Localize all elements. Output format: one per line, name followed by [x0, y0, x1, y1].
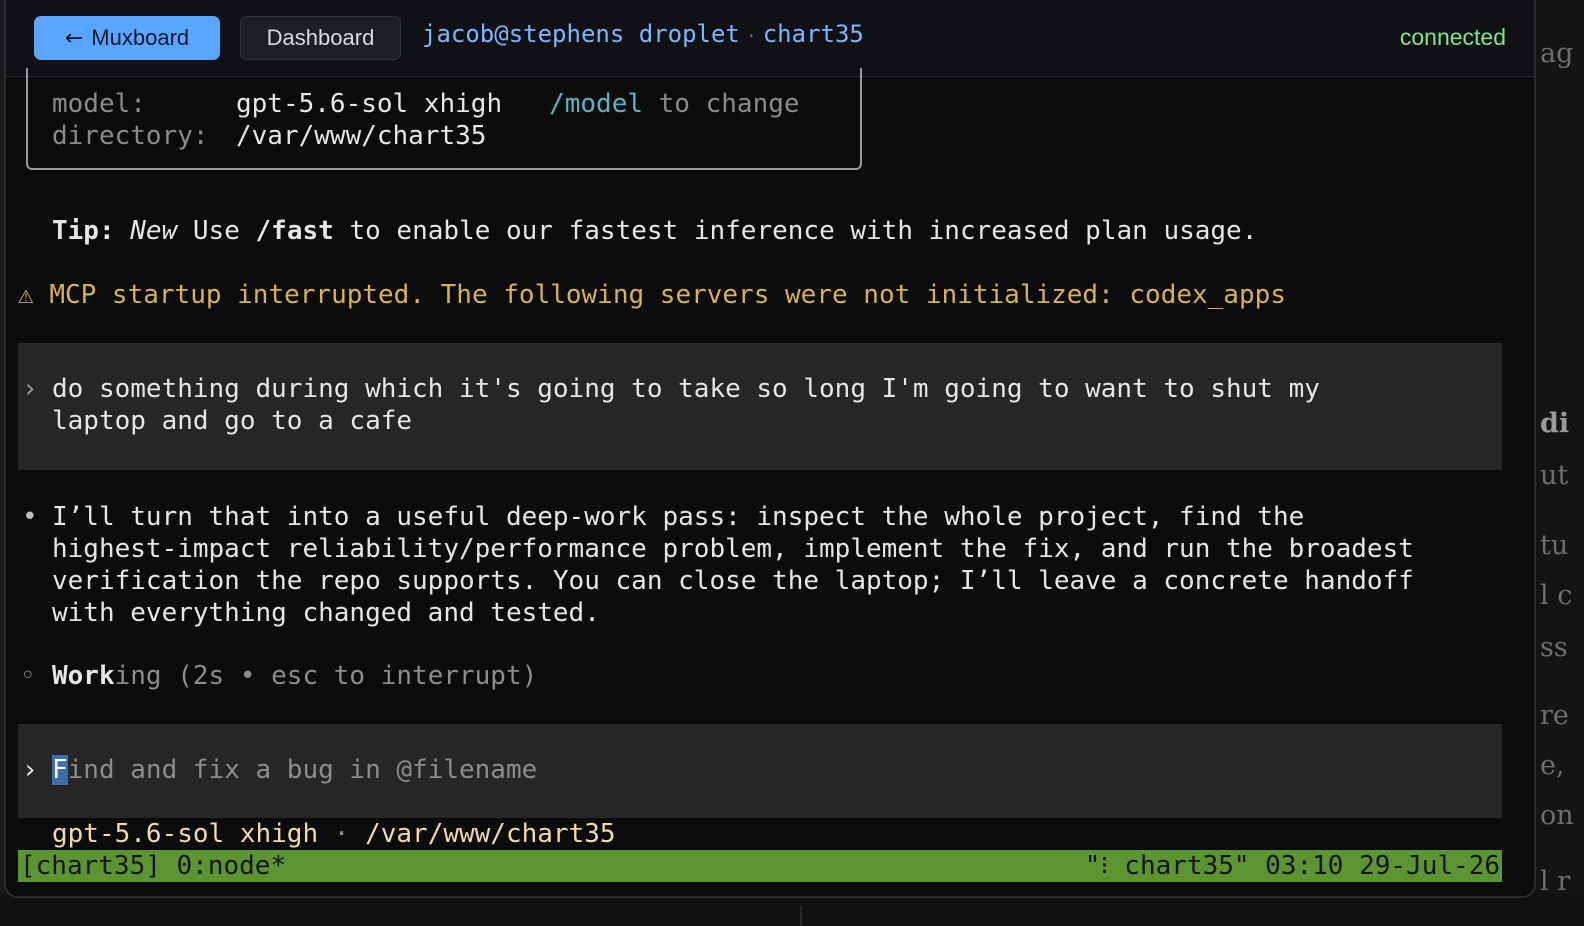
terminal-window: ← Muxboard Dashboard jacob@stephens drop…: [4, 0, 1536, 898]
info-model-line: model: gpt-5.6-sol xhigh /model to change: [52, 88, 800, 120]
session-name: chart35: [762, 20, 864, 48]
info-dir-value: /var/www/chart35: [236, 121, 487, 151]
tmux-status-right: "⁝ chart35" 03:10 29-Jul-26: [1084, 851, 1500, 881]
tip-command: /fast: [255, 216, 334, 246]
user-message-block: › do something during which it's going t…: [18, 343, 1502, 470]
arrow-left-icon: ←: [64, 25, 84, 51]
warning-text: MCP startup interrupted. The following s…: [49, 280, 1286, 310]
session-separator: ·: [745, 26, 757, 47]
composer-input[interactable]: › Find and fix a bug in @filename: [18, 724, 1502, 818]
header-bar: ← Muxboard Dashboard jacob@stephens drop…: [6, 0, 1534, 77]
tip-new: New: [130, 216, 178, 246]
tmux-window-list[interactable]: [chart35] 0:node*: [20, 850, 286, 882]
background-text: l r: [1540, 866, 1571, 897]
prompt-chevron-icon: ›: [22, 755, 38, 785]
footer-path: /var/www/chart35: [365, 819, 616, 849]
background-text: re: [1540, 700, 1569, 731]
tip-label: Tip:: [52, 216, 115, 246]
working-bright: Work: [52, 661, 115, 691]
tip-pre: Use: [192, 216, 240, 246]
composer-placeholder[interactable]: Find and fix a bug in @filename: [52, 754, 537, 786]
background-text: on: [1540, 800, 1574, 831]
info-model-command: /model: [549, 89, 643, 119]
tip-rest: to enable our fastest inference with inc…: [349, 216, 1258, 246]
assistant-message-line: verification the repo supports. You can …: [52, 566, 1414, 596]
session-host: jacob@stephens droplet: [422, 20, 740, 48]
back-to-muxboard-button[interactable]: ← Muxboard: [34, 16, 220, 60]
warning-line: ⚠ MCP startup interrupted. The following…: [18, 279, 1286, 311]
assistant-message-line: highest-impact reliability/performance p…: [52, 534, 1414, 564]
footer-separator: ·: [333, 819, 350, 849]
footer-model-line: gpt-5.6-sol xhigh · /var/www/chart35: [52, 818, 616, 850]
background-text: di: [1540, 408, 1570, 439]
background-text: e,: [1540, 750, 1565, 781]
working-dim: ing (2s • esc to interrupt): [114, 661, 538, 691]
tip-line: Tip: New Use /fast to enable our fastest…: [52, 215, 1257, 247]
background-text: l c: [1540, 580, 1573, 611]
background-text: ut: [1540, 460, 1569, 491]
connection-status: connected: [1399, 24, 1506, 50]
background-strip: [0, 895, 1584, 926]
info-directory-line: directory: /var/www/chart35: [52, 120, 486, 152]
assistant-message-line: I’ll turn that into a useful deep-work p…: [52, 502, 1305, 532]
tmux-status-bar: [chart35] 0:node* "⁝ chart35" 03:10 29-J…: [18, 850, 1502, 882]
back-button-label: Muxboard: [91, 25, 190, 50]
spinner-icon: ◦: [20, 661, 36, 691]
user-message-line: laptop and go to a cafe: [52, 406, 413, 436]
text-cursor: F: [52, 755, 68, 785]
info-dir-key: directory:: [52, 121, 209, 151]
info-model-value: gpt-5.6-sol xhigh: [236, 89, 503, 119]
info-model-key: model:: [52, 89, 146, 119]
info-model-hint: to change: [658, 89, 800, 119]
assistant-message-line: with everything changed and tested.: [52, 598, 600, 628]
background-text: ag: [1540, 38, 1574, 69]
prompt-chevron-icon: ›: [22, 374, 38, 404]
warning-icon: ⚠: [18, 280, 34, 310]
dashboard-button[interactable]: Dashboard: [240, 16, 401, 60]
footer-model: gpt-5.6-sol xhigh: [52, 819, 319, 849]
working-status: Working (2s • esc to interrupt): [52, 660, 537, 692]
bullet-icon: •: [22, 502, 38, 532]
background-text: tu: [1540, 530, 1569, 561]
terminal-body[interactable]: model: gpt-5.6-sol xhigh /model to change…: [6, 68, 1534, 896]
user-message-line: do something during which it's going to …: [52, 374, 1320, 404]
session-title: jacob@stephens droplet · chart35: [422, 20, 864, 48]
background-text: ss: [1540, 632, 1568, 663]
background-divider: [800, 905, 802, 926]
placeholder-text: ind and fix a bug in @filename: [67, 755, 538, 785]
